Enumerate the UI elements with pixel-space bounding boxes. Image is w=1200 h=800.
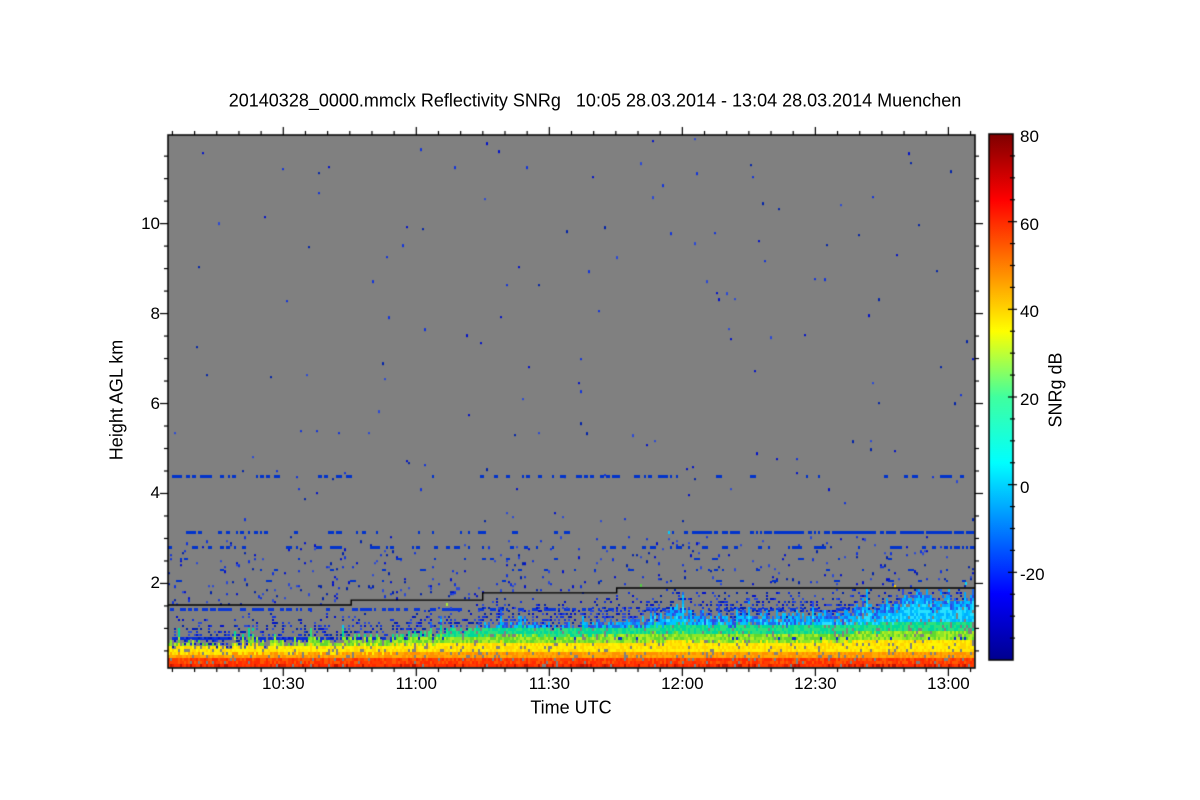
plot-title: 20140328_0000.mmclx Reflectivity SNRg 10… [228, 90, 962, 111]
y-tick-label: 4 [150, 483, 160, 503]
colorbar-tick-label: 0 [1020, 477, 1030, 497]
x-tick-label: 13:00 [927, 674, 970, 693]
colorbar-tick-label: 40 [1020, 302, 1039, 322]
y-axis-label: Height AGL km [106, 339, 127, 461]
colorbar-tick-label: 20 [1020, 390, 1039, 409]
colorbar-tick-label: -20 [1020, 565, 1045, 585]
y-tick-label: 8 [150, 303, 160, 323]
y-tick-label: 6 [150, 393, 160, 413]
x-tick-label: 10:30 [262, 674, 305, 693]
x-tick-label: 12:00 [661, 674, 704, 693]
colorbar-tick-label: 60 [1020, 214, 1039, 234]
y-tick-label: 2 [150, 573, 160, 593]
x-tick-label: 11:30 [528, 674, 570, 693]
y-tick-label: 10 [141, 213, 160, 233]
colorbar-tick-label: 80 [1020, 127, 1039, 146]
radar-quicklook-figure: 20140328_0000.mmclx Reflectivity SNRg 10… [0, 0, 1200, 800]
x-axis-label: Time UTC [530, 697, 612, 718]
x-tick-label: 12:30 [794, 674, 837, 693]
colorbar-label: SNRg dB [1045, 352, 1066, 428]
x-tick-label: 11:00 [395, 674, 437, 693]
